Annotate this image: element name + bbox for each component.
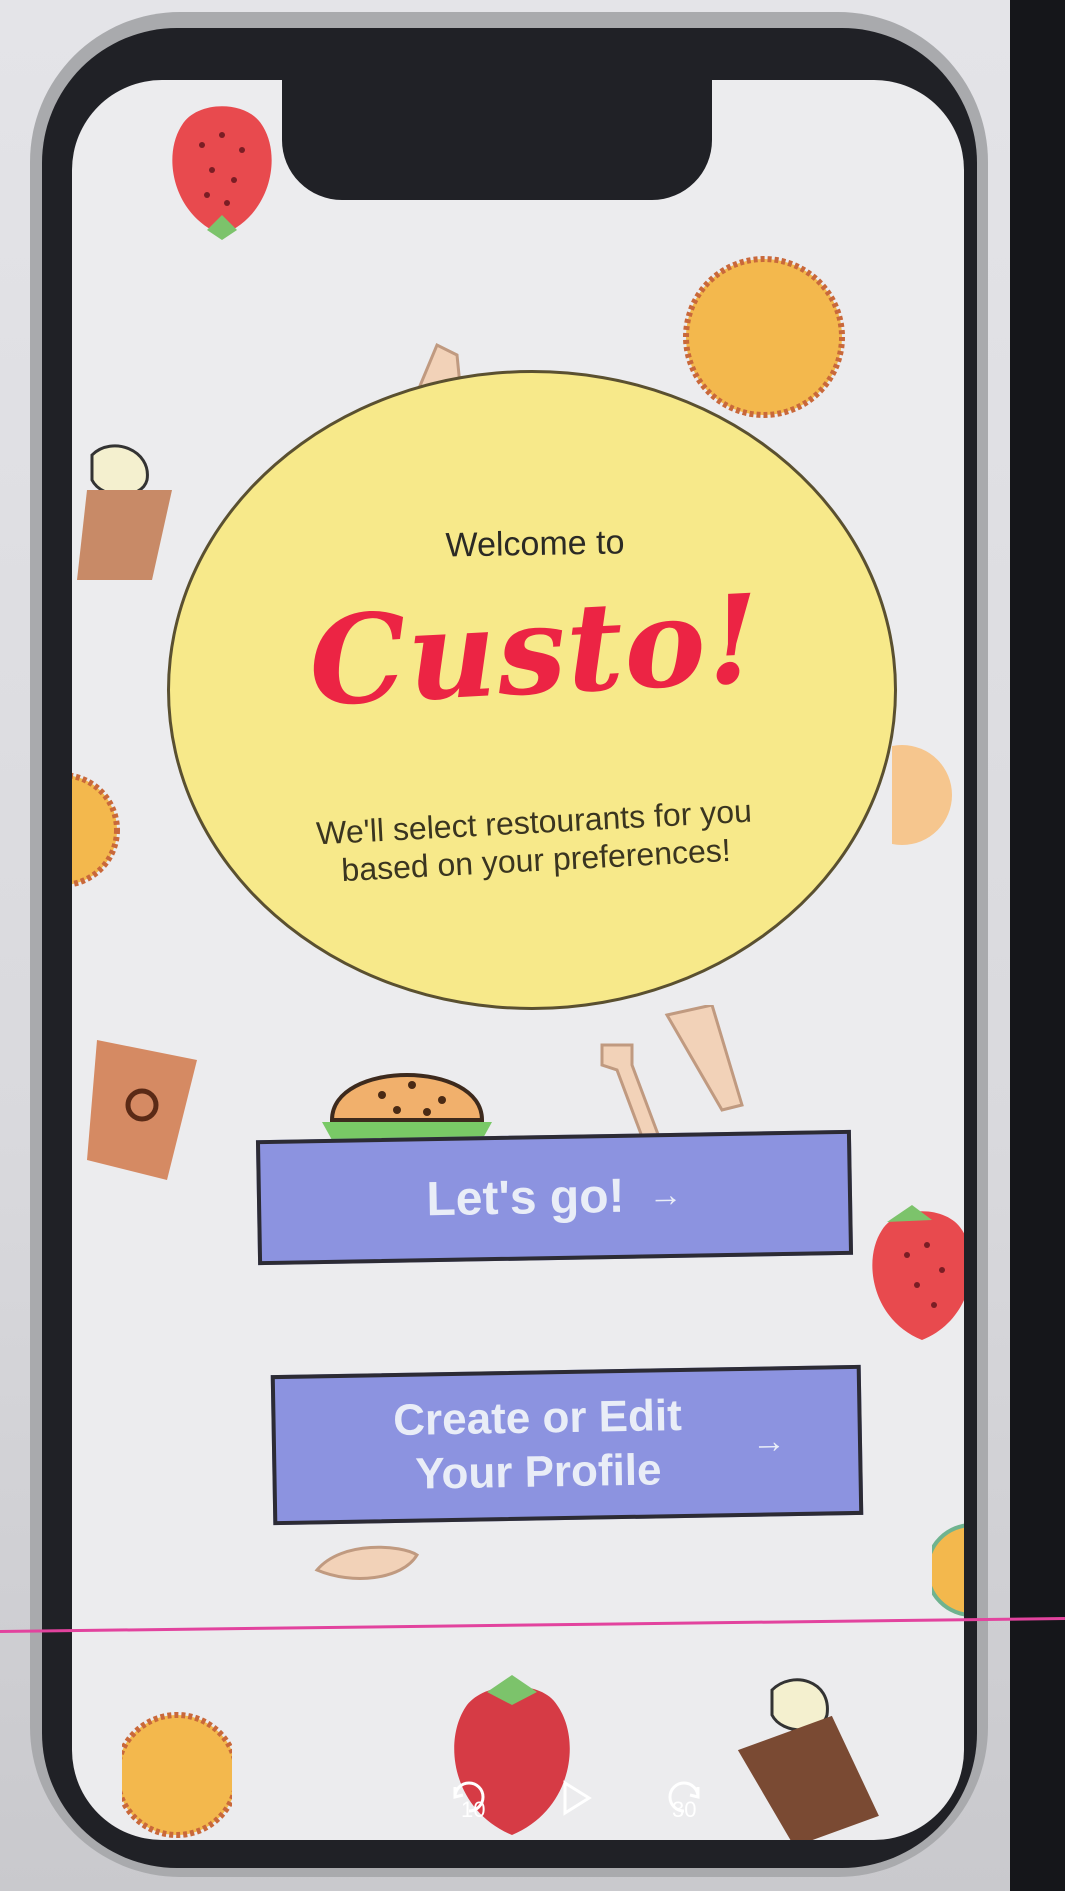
fork-knife-icon bbox=[314, 1545, 420, 1580]
brand-logo: Custo! bbox=[305, 566, 765, 734]
rewind-label: 10 bbox=[461, 1797, 486, 1822]
edit-profile-label-line1: Create or Edit bbox=[392, 1390, 683, 1446]
edit-profile-label: Create or Edit Your Profile bbox=[347, 1388, 729, 1503]
strawberry-icon bbox=[172, 106, 272, 240]
play-icon[interactable] bbox=[562, 1780, 592, 1822]
phone-notch bbox=[282, 80, 712, 200]
arrow-right-icon: → bbox=[648, 1175, 683, 1215]
edit-profile-label-line2: Your Profile bbox=[414, 1445, 662, 1499]
phone-screen: Welcome to Custo! We'll select restouran… bbox=[72, 80, 964, 1840]
forward-30-icon[interactable]: 30 bbox=[662, 1775, 722, 1825]
strawberry-icon bbox=[872, 1205, 964, 1340]
welcome-text: Welcome to bbox=[445, 523, 625, 565]
lets-go-button[interactable]: Let's go! → bbox=[255, 1129, 854, 1266]
edit-profile-button[interactable]: Create or Edit Your Profile → bbox=[270, 1364, 864, 1526]
monitor-bezel bbox=[1010, 0, 1065, 1891]
arrow-right-icon: → bbox=[751, 1422, 787, 1461]
forward-label: 30 bbox=[672, 1797, 697, 1822]
ice-cream-cup-icon bbox=[77, 444, 172, 580]
welcome-circle: Welcome to Custo! We'll select restouran… bbox=[167, 370, 897, 1010]
cookie-icon bbox=[892, 745, 952, 845]
media-controls: 10 30 bbox=[72, 1780, 964, 1840]
tagline: We'll select restourants for you based o… bbox=[238, 788, 831, 895]
takeaway-cup-icon bbox=[87, 1040, 197, 1180]
cookie-icon bbox=[683, 256, 845, 418]
lets-go-label: Let's go! bbox=[426, 1169, 625, 1227]
cookie-icon bbox=[932, 1523, 964, 1617]
rewind-10-icon[interactable]: 10 bbox=[447, 1775, 507, 1825]
cookie-icon bbox=[72, 772, 120, 888]
